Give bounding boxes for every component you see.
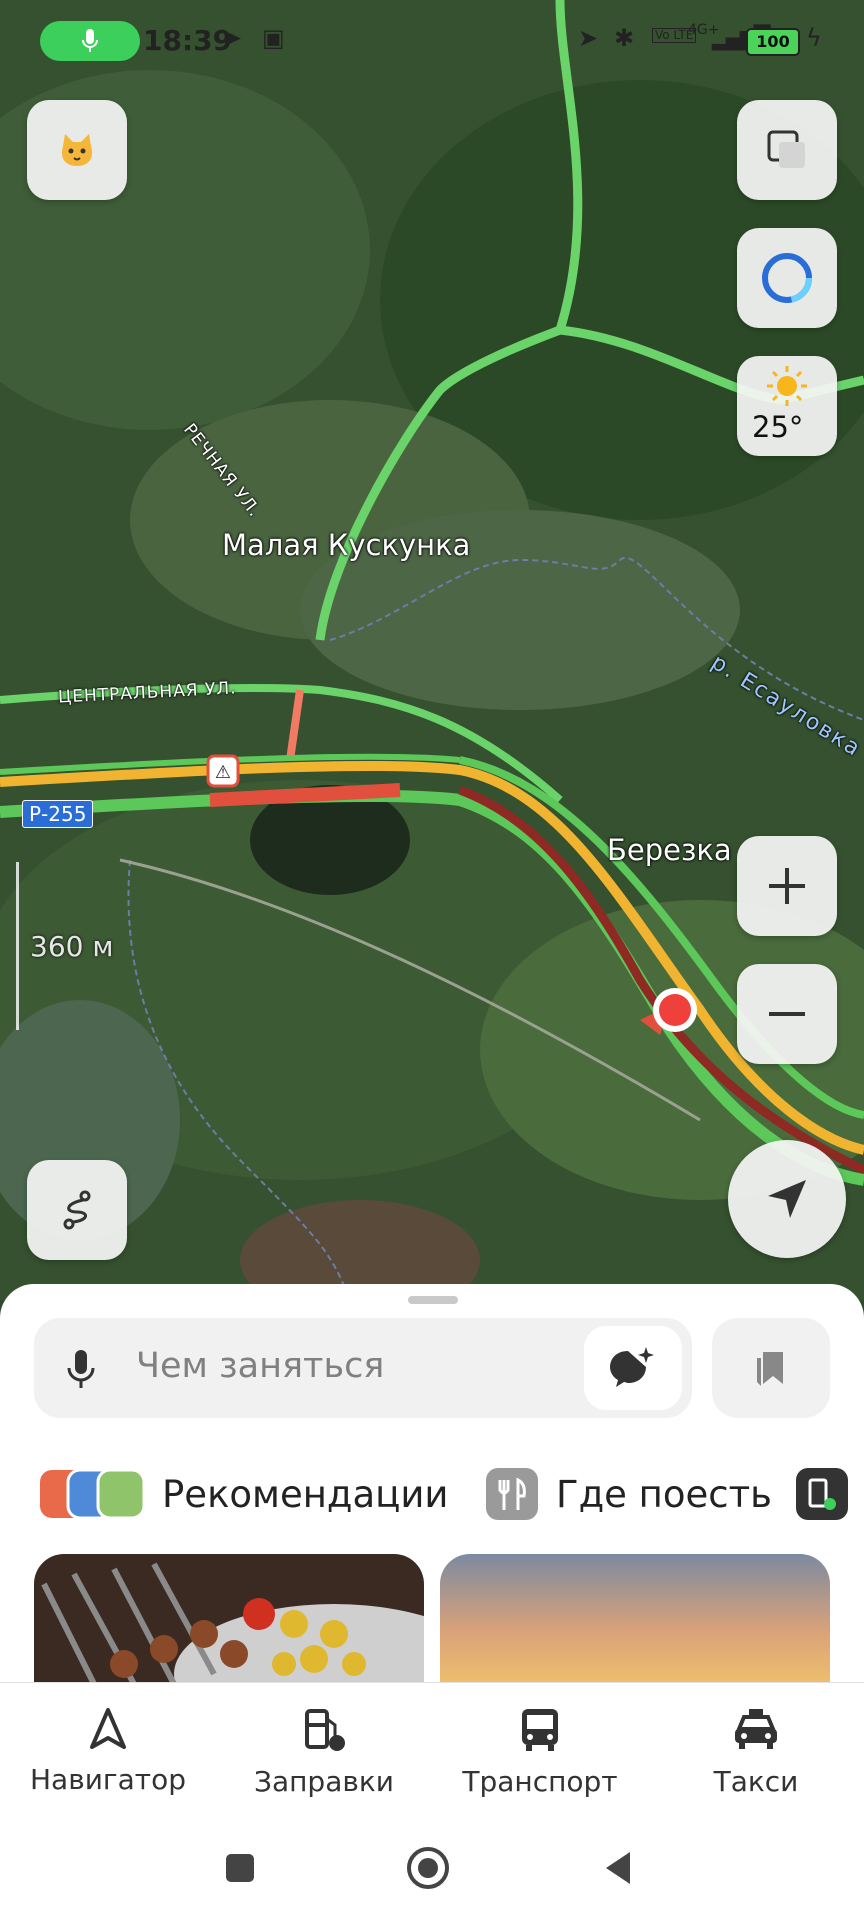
alice-assistant-button[interactable] [737,228,837,328]
layers-icon [767,130,805,168]
category-recommendations[interactable]: Рекомендации [40,1464,448,1524]
bottom-tab-bar: Навигатор Заправки Транспорт Такси [0,1682,864,1825]
search-input[interactable]: Чем заняться [136,1346,384,1386]
battery-indicator: 100 [746,28,800,56]
alice-icon [762,253,812,303]
category-where-to-eat[interactable]: Где поесть [486,1464,772,1524]
scale-bar [16,862,19,1030]
tab-label: Такси [713,1765,799,1798]
zoom-out-button[interactable] [737,964,837,1064]
route-button[interactable] [27,1160,127,1260]
tab-label: Заправки [254,1765,394,1798]
recommendation-card-food[interactable] [34,1554,424,1694]
place-label-berezka[interactable]: Березка [607,833,732,867]
route-icon [63,1190,91,1230]
chat-sparkle-icon [610,1347,654,1387]
location-arrow-icon [768,1180,806,1218]
search-bar[interactable]: Чем заняться [34,1318,692,1418]
voice-search-icon[interactable] [66,1348,96,1390]
charging-icon: ϟ [806,24,822,52]
tab-transport[interactable]: Транспорт [440,1707,640,1798]
tab-label: Транспорт [462,1765,618,1798]
plus-icon [769,868,805,904]
satellite-map: ⚠ [0,0,864,1300]
ai-chat-button[interactable] [584,1326,682,1410]
sheet-drag-handle[interactable] [408,1296,458,1304]
mic-icon [82,29,98,52]
sun-icon [767,366,807,406]
bus-icon [522,1709,558,1751]
taxi-icon [735,1709,777,1749]
zoom-in-button[interactable] [737,836,837,936]
mic-active-indicator [40,21,140,61]
tab-fuel[interactable]: Заправки [224,1707,424,1798]
bookmarks-icon [757,1352,783,1386]
clock: 18:39 [143,24,233,57]
recommendations-icon [40,1468,146,1520]
location-icon: ➤ [578,24,599,52]
layers-button[interactable] [737,100,837,200]
tab-taxi[interactable]: Такси [656,1707,856,1798]
category-fuel-partial[interactable] [796,1464,848,1524]
category-label: Рекомендации [162,1472,449,1516]
category-label: Где поесть [556,1472,772,1516]
telegram-icon: ➤ [222,24,243,52]
cat-avatar-icon [61,134,93,166]
map-view[interactable]: ⚠ РЕЧНАЯ УЛ. Малая Кускунка ЦЕНТРАЛЬНАЯ … [0,0,864,1300]
my-location-button[interactable] [728,1140,846,1258]
bottom-sheet[interactable]: Чем заняться Рекомендации Где поесть [0,1284,864,1694]
place-label-malaya-kuskunka[interactable]: Малая Кускунка [222,528,470,562]
home-icon[interactable] [406,1846,450,1890]
svg-text:⚠: ⚠ [215,762,231,783]
recommendation-card-sunset[interactable] [440,1554,830,1694]
weather-temperature: 25° [752,410,804,444]
road-number-badge: Р-255 [22,800,94,828]
app-notification-icon: ▣ [262,24,285,52]
ev-charging-icon [796,1468,848,1520]
tab-label: Навигатор [30,1763,186,1796]
profile-avatar-button[interactable] [27,100,127,200]
bluetooth-icon: ✱ [614,24,635,52]
back-icon[interactable] [602,1850,634,1886]
navigator-icon [90,1708,126,1749]
system-navigation-bar [0,1824,864,1920]
scale-label: 360 м [30,930,114,963]
bookmarks-button[interactable] [712,1318,830,1418]
recent-apps-icon[interactable] [224,1852,256,1884]
food-photo [34,1554,424,1694]
minus-icon [769,1012,805,1016]
tab-navigator[interactable]: Навигатор [8,1707,208,1796]
sunset-photo [440,1554,830,1694]
status-bar: 18:39 ➤ ▣ ➤ ✱ Vo LTE 4G+ ▂▄▆█ 100 ϟ [0,0,864,76]
cutlery-icon [486,1468,538,1520]
fuel-icon [305,1709,345,1751]
